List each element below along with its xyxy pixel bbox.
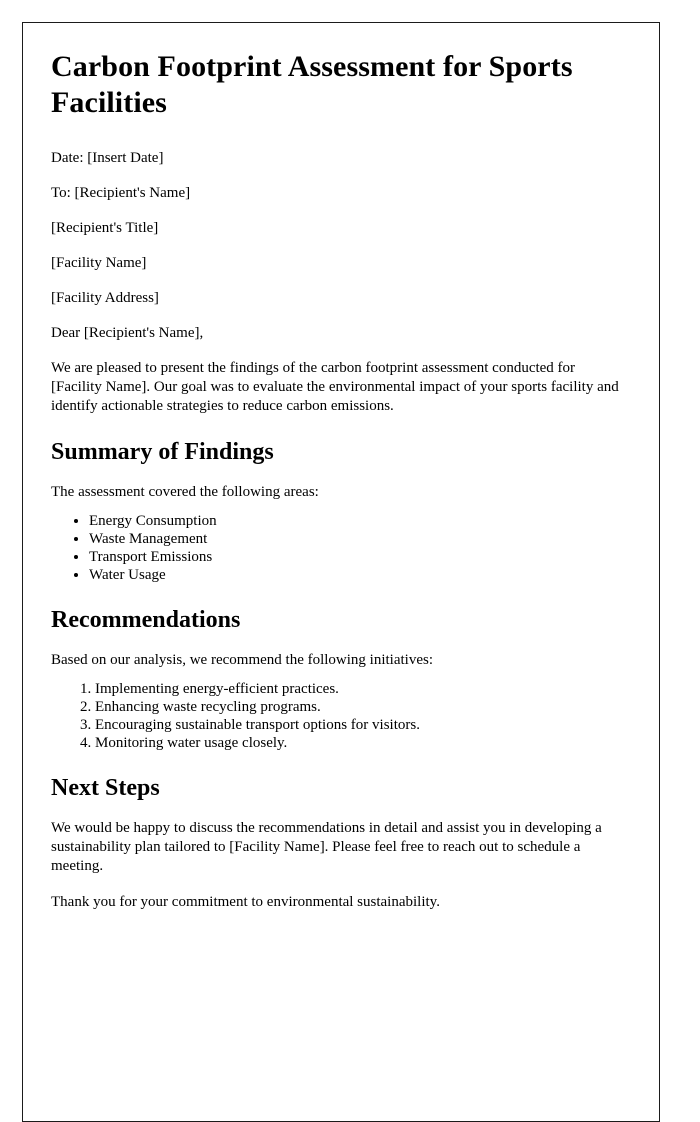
list-item: Waste Management	[89, 530, 629, 548]
letter-header-block: Date: [Insert Date] To: [Recipient's Nam…	[51, 149, 629, 342]
document-body: Carbon Footprint Assessment for Sports F…	[51, 49, 629, 912]
section-heading-next-steps: Next Steps	[51, 775, 160, 801]
summary-findings-list: Energy Consumption Waste Management Tran…	[51, 512, 629, 584]
facility-name-line: [Facility Name]	[51, 255, 147, 271]
recommendations-list: Implementing energy-efficient practices.…	[51, 680, 629, 752]
facility-address-line: [Facility Address]	[51, 290, 159, 306]
list-item: Water Usage	[89, 566, 629, 584]
list-item: Implementing energy-efficient practices.	[95, 680, 629, 698]
recipient-name-line: To: [Recipient's Name]	[51, 185, 191, 201]
list-item: Energy Consumption	[89, 512, 629, 530]
intro-paragraph: We are pleased to present the findings o…	[51, 360, 619, 414]
date-line: Date: [Insert Date]	[51, 150, 164, 166]
summary-lead-in: The assessment covered the following are…	[51, 484, 319, 500]
list-item: Enhancing waste recycling programs.	[95, 698, 629, 716]
salutation-line: Dear [Recipient's Name],	[51, 325, 204, 341]
document-page: Carbon Footprint Assessment for Sports F…	[22, 22, 660, 1122]
list-item: Monitoring water usage closely.	[95, 734, 629, 752]
closing-paragraph: Thank you for your commitment to environ…	[51, 894, 440, 910]
list-item: Encouraging sustainable transport option…	[95, 716, 629, 734]
recommendations-lead-in: Based on our analysis, we recommend the …	[51, 652, 434, 668]
recipient-title-line: [Recipient's Title]	[51, 220, 159, 236]
section-heading-recommendations: Recommendations	[51, 607, 241, 633]
page-title: Carbon Footprint Assessment for Sports F…	[51, 50, 573, 119]
list-item: Transport Emissions	[89, 548, 629, 566]
section-heading-summary-of-findings: Summary of Findings	[51, 439, 274, 465]
next-steps-paragraph: We would be happy to discuss the recomme…	[51, 820, 602, 874]
